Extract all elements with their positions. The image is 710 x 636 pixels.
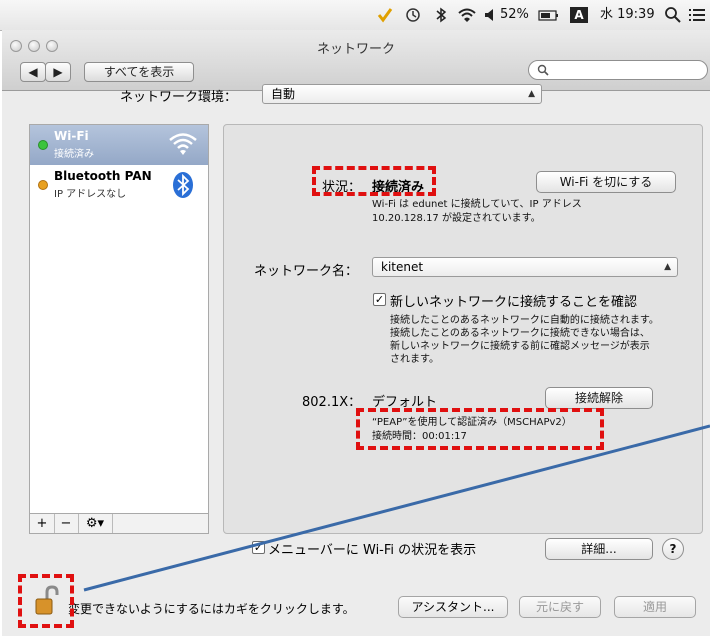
annotation-arrow-line xyxy=(83,424,710,592)
